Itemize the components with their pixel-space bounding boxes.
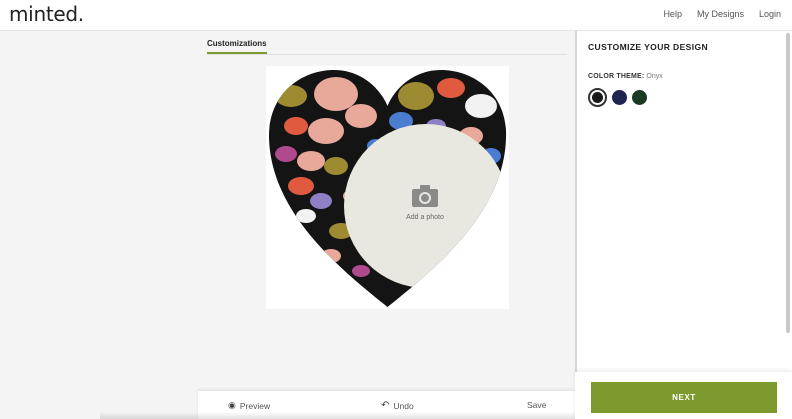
heart-puzzle-preview: Add a photo	[268, 70, 507, 307]
bottom-shadow	[100, 412, 620, 419]
add-photo-label[interactable]: Add a photo	[406, 214, 444, 221]
tab-customizations[interactable]: Customizations	[207, 39, 267, 54]
swatch-navy[interactable]	[612, 90, 627, 105]
top-bar: minted. Help My Designs Login	[0, 0, 792, 31]
my-designs-link[interactable]: My Designs	[697, 9, 744, 19]
preview-button[interactable]: ◉ Preview	[228, 400, 270, 411]
swatch-forest[interactable]	[632, 90, 647, 105]
eye-icon: ◉	[228, 400, 236, 410]
panel-scrollbar[interactable]	[786, 33, 790, 333]
save-button[interactable]: Save	[527, 400, 546, 410]
undo-button[interactable]: ↶ Undo	[381, 400, 414, 411]
panel-title: CUSTOMIZE YOUR DESIGN	[588, 42, 709, 52]
undo-label: Undo	[393, 400, 414, 411]
preview-label: Preview	[239, 400, 271, 411]
next-button[interactable]: NEXT	[591, 382, 777, 413]
undo-icon: ↶	[381, 400, 390, 411]
save-label: Save	[527, 400, 547, 410]
swatch-onyx[interactable]	[588, 88, 607, 107]
minted-logo[interactable]: minted.	[9, 2, 84, 26]
color-theme-row: COLOR THEME: Onyx	[588, 73, 663, 80]
login-link[interactable]: Login	[759, 9, 781, 19]
design-canvas: Add a photo	[266, 66, 509, 309]
customize-panel: CUSTOMIZE YOUR DESIGN COLOR THEME: Onyx	[575, 31, 792, 419]
color-theme-label: COLOR THEME:	[588, 73, 645, 80]
help-link[interactable]: Help	[663, 9, 682, 19]
next-container: NEXT	[575, 372, 792, 419]
tab-row: Customizations	[207, 39, 567, 55]
color-theme-value: Onyx	[646, 73, 663, 80]
color-swatches	[588, 88, 647, 107]
top-nav: Help My Designs Login	[663, 9, 781, 19]
